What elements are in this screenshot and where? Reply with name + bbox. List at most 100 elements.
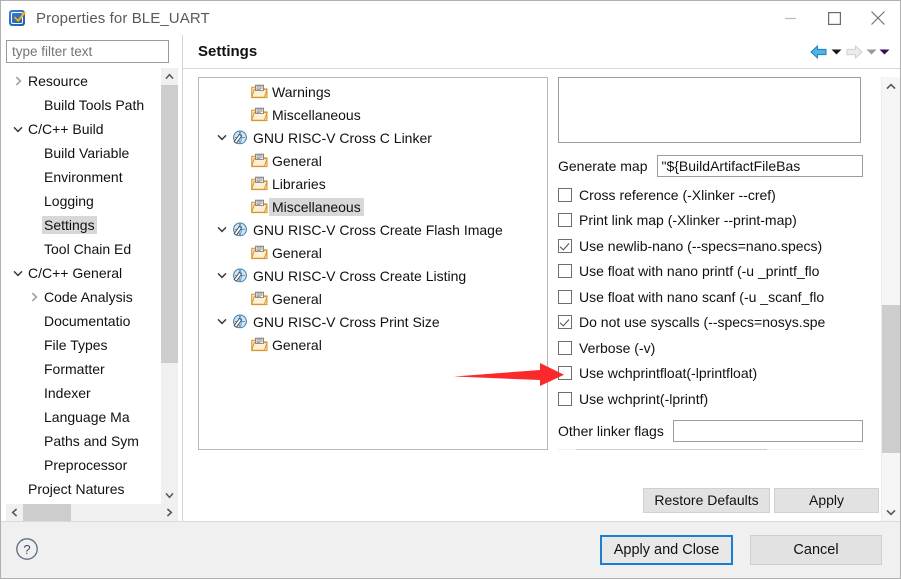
- left-tree-vscroll-track[interactable]: [161, 85, 178, 487]
- settings-tree-item[interactable]: Paths and Sym: [6, 429, 161, 453]
- options-hscroll-thumb[interactable]: [576, 448, 767, 450]
- options-scroll-right-icon[interactable]: [845, 449, 863, 451]
- scroll-up-icon[interactable]: [161, 68, 178, 85]
- settings-tree-item[interactable]: Environment: [6, 165, 161, 189]
- maximize-icon[interactable]: [812, 1, 856, 35]
- checkbox-checked-icon[interactable]: [558, 238, 572, 253]
- tool-tree-item[interactable]: GNU RISC-V Cross Create Flash Image: [199, 218, 547, 241]
- close-icon[interactable]: [856, 1, 900, 35]
- other-objects-listbox[interactable]: [558, 77, 861, 143]
- settings-tree-item[interactable]: Build Variable: [6, 141, 161, 165]
- chevron-down-icon[interactable]: [213, 134, 230, 141]
- scroll-right-icon[interactable]: [161, 504, 178, 521]
- apply-button[interactable]: Apply: [774, 487, 879, 513]
- settings-tree-item-label: Project Natures: [28, 481, 125, 497]
- settings-tree-item[interactable]: C/C++ Build: [6, 117, 161, 141]
- linker-option-row[interactable]: Use newlib-nano (--specs=nano.specs): [558, 233, 863, 259]
- settings-tree-item[interactable]: Formatter: [6, 357, 161, 381]
- back-arrow-icon[interactable]: [809, 41, 829, 63]
- chevron-down-icon[interactable]: [213, 318, 230, 325]
- scroll-down-icon[interactable]: [161, 487, 178, 504]
- settings-tree-item[interactable]: Resource: [6, 69, 161, 93]
- linker-checkbox-list: Cross reference (-Xlinker --cref) Print l…: [558, 182, 863, 412]
- options-vscrollbar[interactable]: [865, 77, 881, 479]
- checkbox-unchecked-icon[interactable]: [558, 187, 572, 202]
- chevron-down-icon[interactable]: [10, 126, 26, 133]
- restore-defaults-button[interactable]: Restore Defaults: [643, 487, 770, 513]
- overflow-chevron-down-icon[interactable]: [879, 41, 890, 63]
- page-scroll-down-icon[interactable]: [882, 503, 900, 521]
- other-linker-flags-input[interactable]: [672, 420, 863, 442]
- chevron-down-icon[interactable]: [213, 272, 230, 279]
- settings-tree-item[interactable]: Project Natures: [6, 477, 161, 501]
- page-scroll-up-icon[interactable]: [882, 77, 900, 95]
- settings-tree-item[interactable]: Indexer: [6, 381, 161, 405]
- page-vscroll-track[interactable]: [882, 95, 900, 503]
- linker-option-row[interactable]: Use wchprintfloat(-lprintfloat): [558, 361, 863, 387]
- linker-option-row[interactable]: Do not use syscalls (--specs=nosys.spe: [558, 310, 863, 336]
- back-menu-chevron-down-icon[interactable]: [831, 41, 842, 63]
- checkbox-unchecked-icon[interactable]: [558, 213, 572, 228]
- checkbox-checked-icon[interactable]: [558, 315, 572, 330]
- left-tree-vscrollbar[interactable]: [161, 68, 178, 504]
- minimize-icon[interactable]: [768, 1, 812, 35]
- cancel-button[interactable]: Cancel: [750, 535, 882, 565]
- checkbox-unchecked-icon[interactable]: [558, 391, 572, 406]
- left-tree-hscroll-track[interactable]: [23, 504, 161, 521]
- linker-option-row[interactable]: Print link map (-Xlinker --print-map): [558, 208, 863, 234]
- tool-tree-item[interactable]: GNU RISC-V Cross Print Size: [199, 310, 547, 333]
- settings-tree-item-label: Indexer: [44, 385, 91, 401]
- tool-settings-tree[interactable]: Warnings Miscellaneous GNU RISC-V Cross C …: [198, 77, 548, 450]
- settings-tree-item[interactable]: File Types: [6, 333, 161, 357]
- options-hscroll-track[interactable]: [576, 448, 845, 450]
- linker-option-row[interactable]: Use float with nano printf (-u _printf_f…: [558, 259, 863, 285]
- checkbox-unchecked-icon[interactable]: [558, 264, 572, 279]
- settings-tree-item[interactable]: Language Ma: [6, 405, 161, 429]
- tool-tree-item-label: GNU RISC-V Cross Print Size: [253, 313, 440, 330]
- linker-option-row[interactable]: Verbose (-v): [558, 335, 863, 361]
- generate-map-input[interactable]: [656, 154, 863, 177]
- settings-tree-item[interactable]: Code Analysis: [6, 285, 161, 309]
- chevron-down-icon[interactable]: [10, 270, 26, 277]
- left-tree-hscrollbar[interactable]: [6, 504, 178, 521]
- left-tree-hscroll-thumb[interactable]: [23, 504, 71, 521]
- tool-tree-item[interactable]: Warnings: [199, 80, 547, 103]
- options-vscroll-track[interactable]: [865, 77, 881, 479]
- filter-input[interactable]: [6, 40, 169, 63]
- tool-tree-item[interactable]: Miscellaneous: [199, 195, 547, 218]
- settings-page-vscrollbar[interactable]: [881, 77, 900, 521]
- settings-content: Warnings Miscellaneous GNU RISC-V Cross C …: [183, 69, 900, 521]
- chevron-down-icon[interactable]: [213, 226, 230, 233]
- tool-tree-item[interactable]: General: [199, 333, 547, 356]
- options-scroll-left-icon[interactable]: [558, 449, 576, 451]
- options-hscrollbar[interactable]: [558, 448, 863, 451]
- chevron-right-icon[interactable]: [26, 292, 42, 302]
- tool-tree-item[interactable]: General: [199, 241, 547, 264]
- settings-tree-item[interactable]: Logging: [6, 189, 161, 213]
- settings-tree-item[interactable]: C/C++ General: [6, 261, 161, 285]
- checkbox-unchecked-icon[interactable]: [558, 289, 572, 304]
- help-question-icon[interactable]: ?: [15, 537, 39, 564]
- tool-tree-item[interactable]: GNU RISC-V Cross Create Listing: [199, 264, 547, 287]
- tool-tree-item[interactable]: General: [199, 287, 547, 310]
- settings-tree-item[interactable]: Settings: [6, 213, 161, 237]
- settings-tree-item[interactable]: Documentatio: [6, 309, 161, 333]
- settings-tree-item[interactable]: Preprocessor: [6, 453, 161, 477]
- page-vscroll-thumb[interactable]: [882, 305, 900, 453]
- linker-option-row[interactable]: Cross reference (-Xlinker --cref): [558, 182, 863, 208]
- checkbox-unchecked-icon[interactable]: [558, 366, 572, 381]
- linker-option-row[interactable]: Use wchprint(-lprintf): [558, 386, 863, 412]
- checkbox-unchecked-icon[interactable]: [558, 340, 572, 355]
- tool-tree-item[interactable]: Miscellaneous: [199, 103, 547, 126]
- tool-tree-item[interactable]: Libraries: [199, 172, 547, 195]
- apply-and-close-button[interactable]: Apply and Close: [600, 535, 733, 565]
- settings-tree-item[interactable]: Tool Chain Ed: [6, 237, 161, 261]
- tool-tree-item[interactable]: GNU RISC-V Cross C Linker: [199, 126, 547, 149]
- scroll-left-icon[interactable]: [6, 504, 23, 521]
- settings-tree[interactable]: Resource Build Tools Path C/C++ Build Build…: [6, 68, 161, 504]
- tool-tree-item[interactable]: General: [199, 149, 547, 172]
- left-tree-vscroll-thumb[interactable]: [161, 85, 178, 363]
- linker-option-row[interactable]: Use float with nano scanf (-u _scanf_flo: [558, 284, 863, 310]
- chevron-right-icon[interactable]: [10, 76, 26, 86]
- settings-tree-item[interactable]: Build Tools Path: [6, 93, 161, 117]
